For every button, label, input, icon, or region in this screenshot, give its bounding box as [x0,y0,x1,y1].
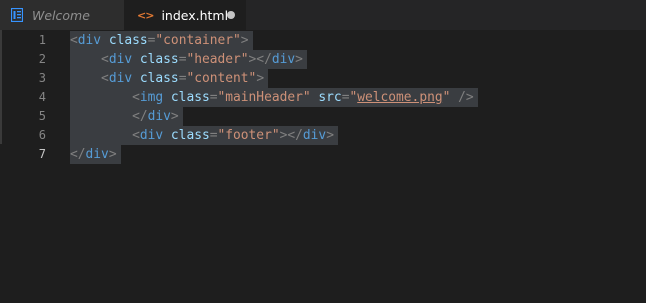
code-token: > [108,147,117,162]
code-token: div [147,109,171,124]
code-token: = [209,128,218,143]
code-token: div [108,52,133,67]
code-token: /> [458,90,474,105]
code-line[interactable]: 1 <div class="container"> [0,31,646,50]
line-number: 3 [38,71,46,85]
code-text: <img class="mainHeader" src="welcome.png… [70,88,474,107]
code-token: > [326,128,334,143]
code-token: class [170,128,210,143]
code-token: class [139,52,179,67]
code-token: < [70,33,78,48]
line-number: 7 [38,147,46,161]
code-token: = [209,90,218,105]
code-text: <div class="content"> [70,69,264,88]
html-file-icon: <> [137,8,154,22]
code-token: "content" [186,71,257,86]
code-editor[interactable]: 1 <div class="container"> 2 <div class="he… [0,30,646,303]
code-token: > [170,109,179,124]
code-text: </div> [70,107,179,126]
code-line[interactable]: 5 </div> [0,107,646,126]
code-token: img [139,90,164,105]
tab-index-label: index.html [161,7,229,23]
code-token: < [132,128,140,143]
line-number: 1 [38,33,46,47]
tab-index-html[interactable]: <> index.html [124,0,246,30]
code-token: < [101,52,109,67]
line-number: 5 [38,109,46,123]
code-token: div [85,147,109,162]
code-token: div [108,71,133,86]
code-token: </ [132,109,148,124]
code-line[interactable]: 2 <div class="header"></div> [0,50,646,69]
tab-welcome[interactable]: Welcome [0,0,124,30]
code-token: "footer" [217,128,280,143]
code-token: class [170,90,210,105]
code-token: class [139,71,179,86]
code-token: ></ [279,128,303,143]
code-token: < [132,90,140,105]
code-token: div [139,128,164,143]
code-token: src [318,90,342,105]
line-number: 4 [38,90,46,104]
code-text: <div class="header"></div> [70,50,303,69]
code-token: "header" [186,52,249,67]
code-token: </ [70,147,86,162]
line-number: 2 [38,52,46,66]
code-token: > [295,52,303,67]
code-token: < [101,71,109,86]
code-token: class [108,33,148,48]
code-token: div [271,52,296,67]
welcome-icon [11,8,23,22]
code-line[interactable]: 7 </div> [0,145,646,164]
code-token: > [256,71,265,86]
code-line[interactable]: 6 <div class="footer"></div> [0,126,646,145]
code-token: "mainHeader" [217,90,311,105]
line-number: 6 [38,128,46,142]
code-text: <div class="container"> [70,31,249,50]
code-token: "container" [155,33,241,48]
code-text: <div class="footer"></div> [70,126,334,145]
tab-welcome-label: Welcome [32,7,90,23]
code-line[interactable]: 3 <div class="content"> [0,69,646,88]
unsaved-dot-icon[interactable] [227,11,235,19]
code-token: div [77,33,102,48]
code-token: welcome.png [357,90,443,105]
tab-bar: Welcome <> index.html [0,0,646,30]
code-line[interactable]: 4 <img class="mainHeader" src="welcome.p… [0,88,646,107]
code-token: ></ [248,52,272,67]
code-text: </div> [70,145,117,164]
code-token: > [240,33,249,48]
code-token: div [302,128,327,143]
